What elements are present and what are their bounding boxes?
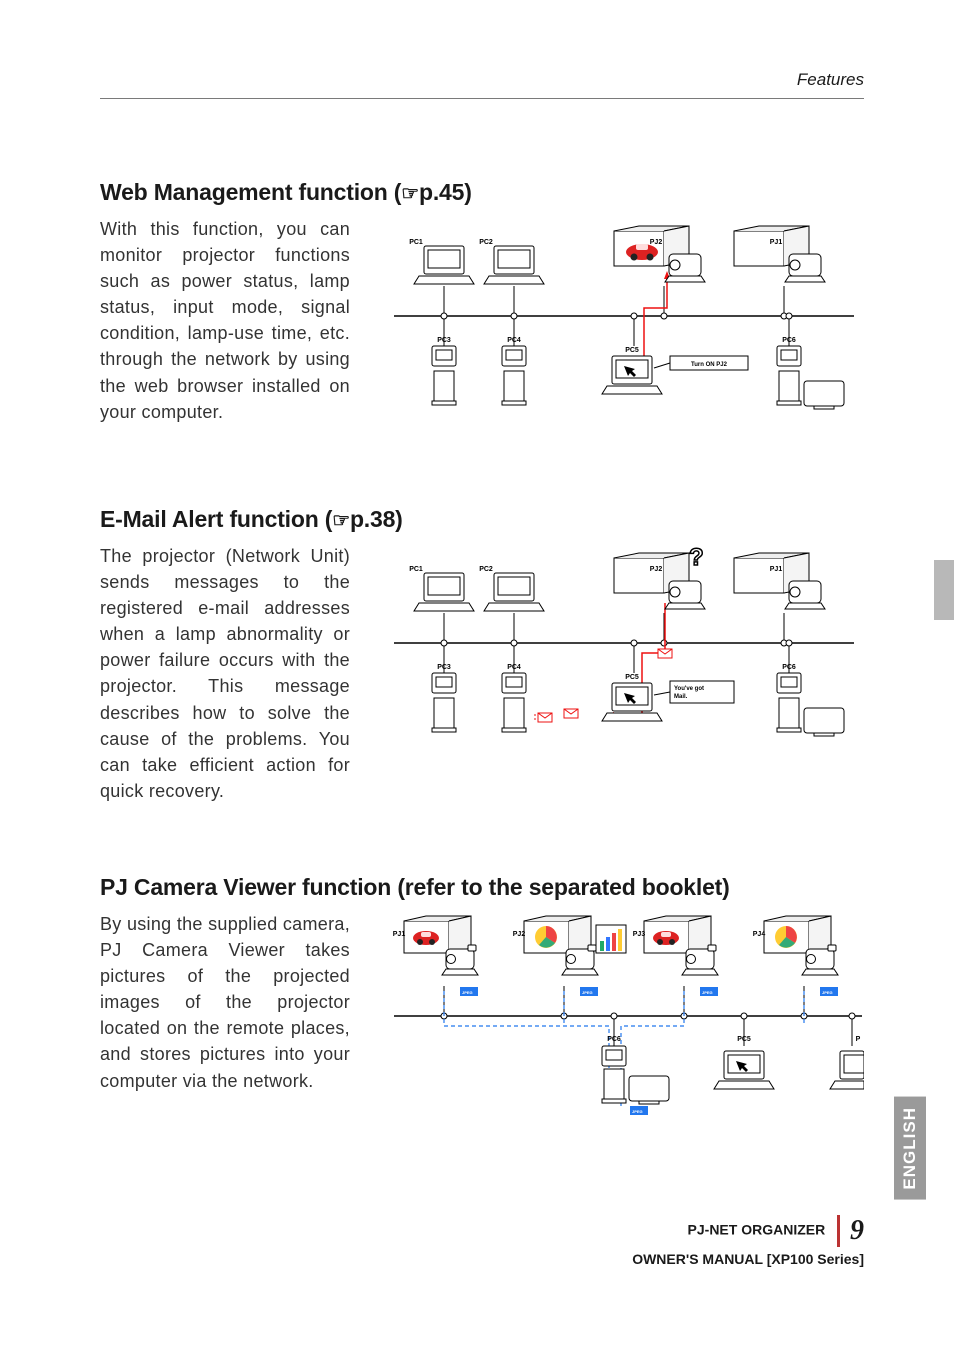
svg-text:PJ1: PJ1 xyxy=(770,566,783,573)
svg-text:PJ2: PJ2 xyxy=(513,931,526,938)
svg-text:PC3: PC3 xyxy=(437,337,451,344)
svg-text:JPEG: JPEG xyxy=(702,990,713,995)
svg-text:PC6: PC6 xyxy=(782,664,796,671)
page-number: 9 xyxy=(850,1215,864,1246)
svg-text:PC4: PC4 xyxy=(507,337,521,344)
section-title: E-Mail Alert function (☞p.38) xyxy=(100,506,864,533)
divider-icon xyxy=(837,1215,840,1247)
svg-text:P: P xyxy=(856,1036,861,1043)
svg-text:PC6: PC6 xyxy=(607,1036,621,1043)
pointer-icon: ☞ xyxy=(401,183,419,205)
section-pj-camera-viewer: PJ Camera Viewer function (refer to the … xyxy=(100,874,864,1141)
svg-text:Mail.: Mail. xyxy=(674,694,688,700)
svg-text:?: ? xyxy=(689,544,704,571)
diagram-pj-camera: JPEG JPEG JPEG JPEG JPEG xyxy=(384,911,864,1141)
svg-text:JPEG: JPEG xyxy=(582,990,593,995)
svg-text:PC1: PC1 xyxy=(409,566,423,573)
title-ref: p.45) xyxy=(419,179,472,205)
mail-icon xyxy=(658,649,672,658)
diagram-email-alert: ? xyxy=(384,543,864,763)
svg-text:JPEG: JPEG xyxy=(822,990,833,995)
svg-text:PC1: PC1 xyxy=(409,239,423,246)
section-body: By using the supplied camera, PJ Camera … xyxy=(100,911,350,1094)
diagram-web-management: Turn ON PJ2 PC1 PC2 PJ2 PJ1 PC3 PC4 PC5 … xyxy=(384,216,864,436)
svg-text:PC6: PC6 xyxy=(782,337,796,344)
section-email-alert: E-Mail Alert function (☞p.38) The projec… xyxy=(100,506,864,804)
section-body: The projector (Network Unit) sends messa… xyxy=(100,543,350,804)
header-section-name: Features xyxy=(100,70,864,99)
svg-text:PC5: PC5 xyxy=(625,674,639,681)
section-title: Web Management function (☞p.45) xyxy=(100,179,864,206)
svg-text:PC4: PC4 xyxy=(507,664,521,671)
svg-text:PJ4: PJ4 xyxy=(753,931,766,938)
svg-text:PC5: PC5 xyxy=(737,1036,751,1043)
mail-icon xyxy=(534,713,552,722)
svg-text:PC5: PC5 xyxy=(625,347,639,354)
language-tab: ENGLISH xyxy=(894,1097,926,1200)
laptop-icon xyxy=(414,246,474,284)
footer-line1: PJ-NET ORGANIZER xyxy=(688,1222,826,1238)
svg-text:PJ3: PJ3 xyxy=(633,931,646,938)
page-footer: PJ-NET ORGANIZER 9 OWNER'S MANUAL [XP100… xyxy=(632,1211,864,1270)
svg-text:You've got: You've got xyxy=(674,686,704,692)
title-ref: p.38) xyxy=(350,506,403,532)
svg-text:PC2: PC2 xyxy=(479,239,493,246)
side-tab-grey xyxy=(934,560,954,620)
title-prefix: E-Mail Alert function ( xyxy=(100,506,332,532)
svg-text:JPEG: JPEG xyxy=(462,990,473,995)
svg-text:PJ2: PJ2 xyxy=(650,566,663,573)
svg-text:PC2: PC2 xyxy=(479,566,493,573)
svg-text:PC3: PC3 xyxy=(437,664,451,671)
title-prefix: Web Management function ( xyxy=(100,179,401,205)
section-web-management: Web Management function (☞p.45) With thi… xyxy=(100,179,864,436)
section-title: PJ Camera Viewer function (refer to the … xyxy=(100,874,864,901)
pointer-icon: ☞ xyxy=(332,510,350,532)
svg-text:PJ1: PJ1 xyxy=(770,239,783,246)
svg-text:JPEG: JPEG xyxy=(632,1109,643,1114)
svg-text:PJ2: PJ2 xyxy=(650,239,663,246)
svg-text:Turn ON PJ2: Turn ON PJ2 xyxy=(691,362,728,368)
footer-line2: OWNER'S MANUAL [XP100 Series] xyxy=(632,1251,864,1267)
section-body: With this function, you can monitor proj… xyxy=(100,216,350,425)
mail-icon xyxy=(564,709,578,718)
svg-text:PJ1: PJ1 xyxy=(393,931,406,938)
